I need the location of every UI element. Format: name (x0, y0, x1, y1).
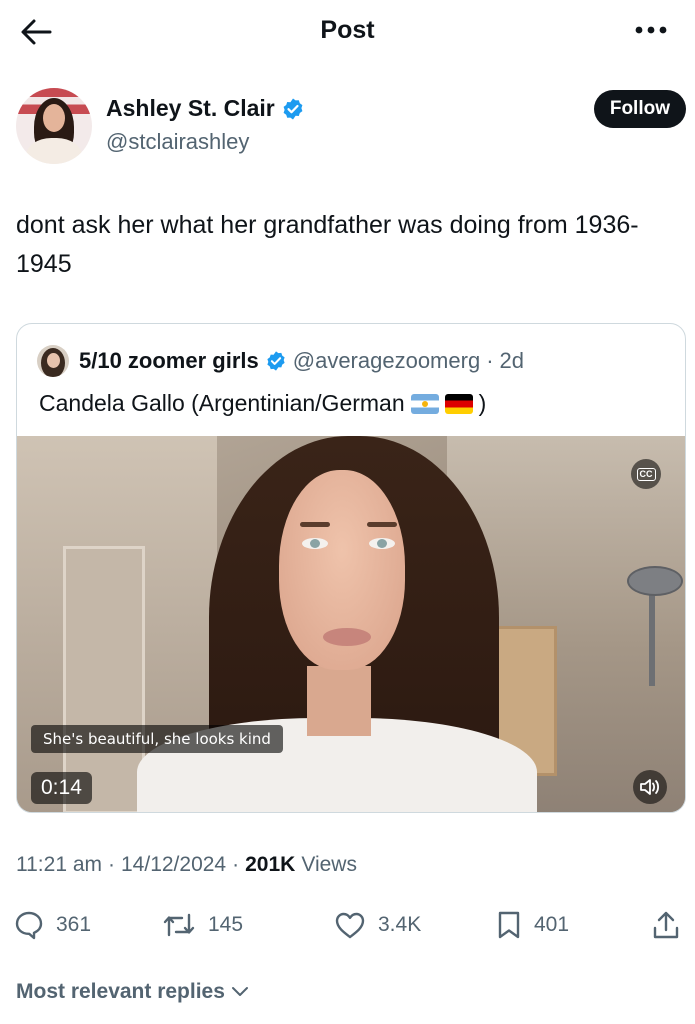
chevron-down-icon (231, 987, 248, 996)
replies-sort-dropdown[interactable]: Most relevant replies (16, 980, 249, 1004)
separator-dot: · (232, 853, 240, 876)
cc-icon: CC (636, 467, 656, 481)
separator-dot: · (108, 853, 115, 876)
share-icon (653, 911, 679, 939)
like-button[interactable]: 3.4K (334, 905, 421, 945)
separator-dot: · (486, 348, 494, 373)
views-label: Views (301, 853, 357, 876)
bookmark-button[interactable]: 401 (496, 905, 569, 945)
quote-text-end: ) (478, 390, 487, 416)
author-name[interactable]: Ashley St. Clair (106, 95, 275, 122)
post-time: 11:21 am (16, 853, 102, 876)
heart-icon (335, 912, 365, 939)
video-duration: 0:14 (31, 772, 92, 804)
avatar[interactable] (16, 88, 92, 164)
post-meta: 11:21 am · 14/12/2024 · 201K Views (16, 853, 357, 877)
closed-captions-button[interactable]: CC (631, 459, 661, 489)
quote-timestamp: 2d (499, 348, 524, 373)
quote-author-name[interactable]: 5/10 zoomer girls (79, 348, 259, 374)
shower-head (627, 566, 683, 596)
replies-sort-label: Most relevant replies (16, 980, 225, 1003)
germany-flag-icon (444, 393, 473, 414)
reply-count: 361 (56, 913, 92, 936)
quote-author-handle[interactable]: @averagezoomerg (293, 348, 480, 374)
top-bar: Post (0, 0, 695, 64)
reply-button[interactable]: 361 (14, 905, 91, 945)
author-name-row[interactable]: Ashley St. Clair (106, 95, 305, 122)
post-date: 14/12/2024 (121, 853, 227, 876)
speaker-muted-icon (640, 779, 659, 795)
post-author: Ashley St. Clair @stclairashley Follow (16, 88, 686, 168)
page-title: Post (320, 16, 375, 44)
video-caption: She's beautiful, she looks kind (31, 725, 283, 753)
video-player[interactable]: CC She's beautiful, she looks kind 0:14 (17, 436, 685, 812)
repost-button[interactable]: 145 (162, 905, 243, 945)
share-button[interactable] (652, 905, 680, 945)
verified-badge-icon (283, 98, 303, 119)
views-count[interactable]: 201K (245, 853, 295, 877)
more-horizontal-icon (635, 26, 667, 34)
bookmark-count: 401 (534, 913, 570, 936)
quote-text-main: Candela Gallo (Argentinian/German (39, 390, 405, 416)
mute-button[interactable] (633, 770, 667, 804)
argentina-flag-icon (410, 393, 439, 414)
bookmark-icon (498, 911, 520, 939)
verified-badge-icon (267, 351, 285, 371)
repost-count: 145 (208, 913, 244, 936)
like-count: 3.4K (378, 913, 422, 936)
author-handle[interactable]: @stclairashley (106, 129, 249, 155)
repost-icon (163, 913, 195, 937)
quote-meta: 5/10 zoomer girls @averagezoomerg · 2d (79, 348, 524, 374)
post-text: dont ask her what her grandfather was do… (16, 211, 639, 278)
quote-avatar[interactable] (37, 345, 69, 377)
action-bar: 361 145 3.4K 401 (14, 905, 689, 945)
quoted-post[interactable]: 5/10 zoomer girls @averagezoomerg · 2d C… (16, 323, 686, 813)
quote-text: Candela Gallo (Argentinian/German ) (39, 390, 486, 417)
reply-icon (15, 911, 43, 940)
more-options-button[interactable] (631, 18, 667, 42)
follow-button[interactable]: Follow (593, 90, 686, 128)
